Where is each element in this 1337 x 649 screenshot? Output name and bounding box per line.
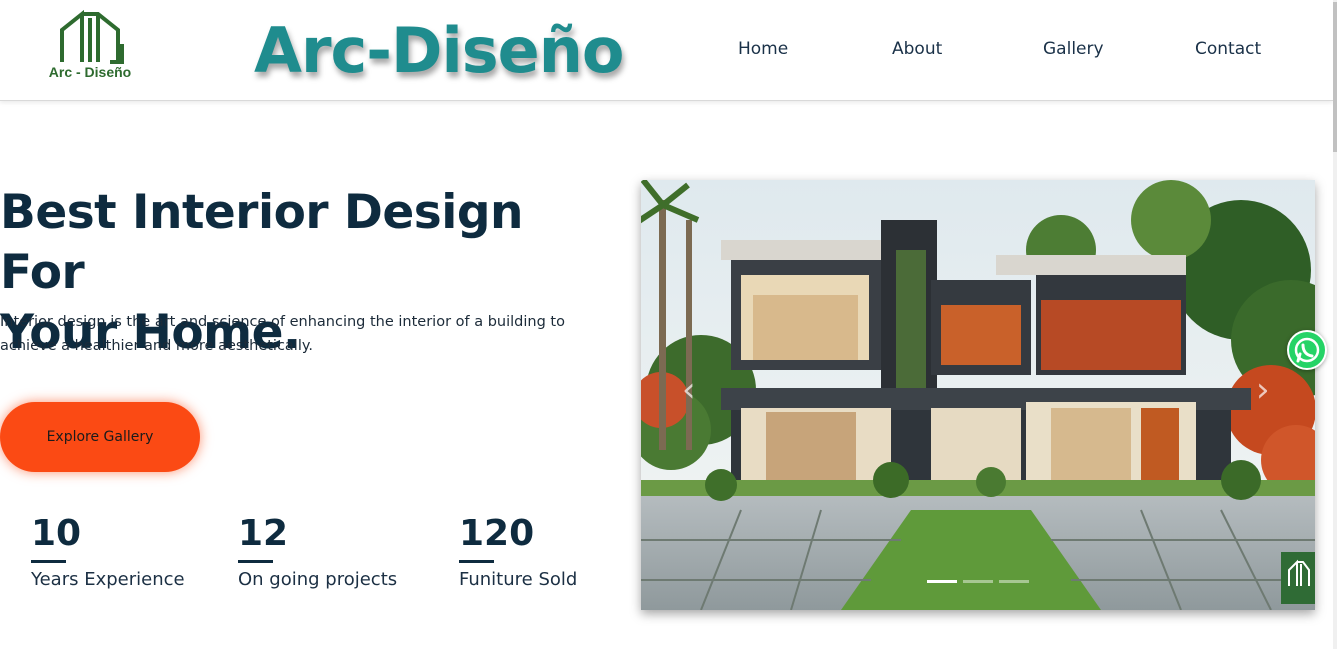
stat-years: 10 Years Experience: [31, 512, 185, 590]
stat-underline: [31, 560, 66, 563]
nav-home[interactable]: Home: [738, 39, 788, 59]
site-logo[interactable]: Arc - Diseño: [40, 8, 140, 84]
carousel-indicator[interactable]: [963, 580, 993, 583]
stat-furniture: 120 Funiture Sold: [459, 512, 577, 590]
hero-title-line1: Best Interior Design For: [0, 185, 524, 300]
stat-value: 120: [459, 513, 535, 554]
stat-label: On going projects: [238, 569, 398, 590]
nav-gallery[interactable]: Gallery: [1043, 39, 1104, 59]
nav-about[interactable]: About: [892, 39, 942, 59]
stat-value: 12: [238, 513, 289, 554]
chevron-left-icon[interactable]: ‹: [682, 370, 696, 410]
nav-contact[interactable]: Contact: [1195, 39, 1261, 59]
whatsapp-button[interactable]: [1287, 330, 1327, 370]
logo-text: Arc - Diseño: [48, 64, 132, 80]
stat-underline: [459, 560, 494, 563]
page-scrollbar[interactable]: [1333, 0, 1337, 649]
site-header: Arc - Diseño Arc-Diseño Home About Galle…: [0, 0, 1333, 101]
brand-title: Arc-Diseño: [254, 14, 624, 87]
stat-label: Funiture Sold: [459, 569, 578, 590]
carousel-indicator[interactable]: [927, 580, 957, 583]
logo-house-icon: [1288, 559, 1310, 586]
stat-value: 10: [31, 513, 82, 554]
logo-house-icon: [60, 9, 124, 64]
scrollbar-thumb[interactable]: [1333, 2, 1337, 152]
watermark-logo: [1281, 552, 1315, 604]
explore-gallery-button[interactable]: Explore Gallery: [0, 402, 200, 472]
carousel-indicators: [927, 580, 1029, 583]
hero-description: Interior design is the art and science o…: [0, 314, 565, 354]
stat-underline: [238, 560, 273, 563]
stat-projects: 12 On going projects: [238, 512, 397, 590]
whatsapp-icon: [1294, 337, 1320, 363]
carousel-indicator[interactable]: [999, 580, 1029, 583]
hero-carousel[interactable]: [641, 180, 1315, 610]
house-render-image: [641, 180, 1315, 610]
chevron-right-icon[interactable]: ›: [1256, 370, 1270, 410]
stat-label: Years Experience: [31, 569, 185, 590]
